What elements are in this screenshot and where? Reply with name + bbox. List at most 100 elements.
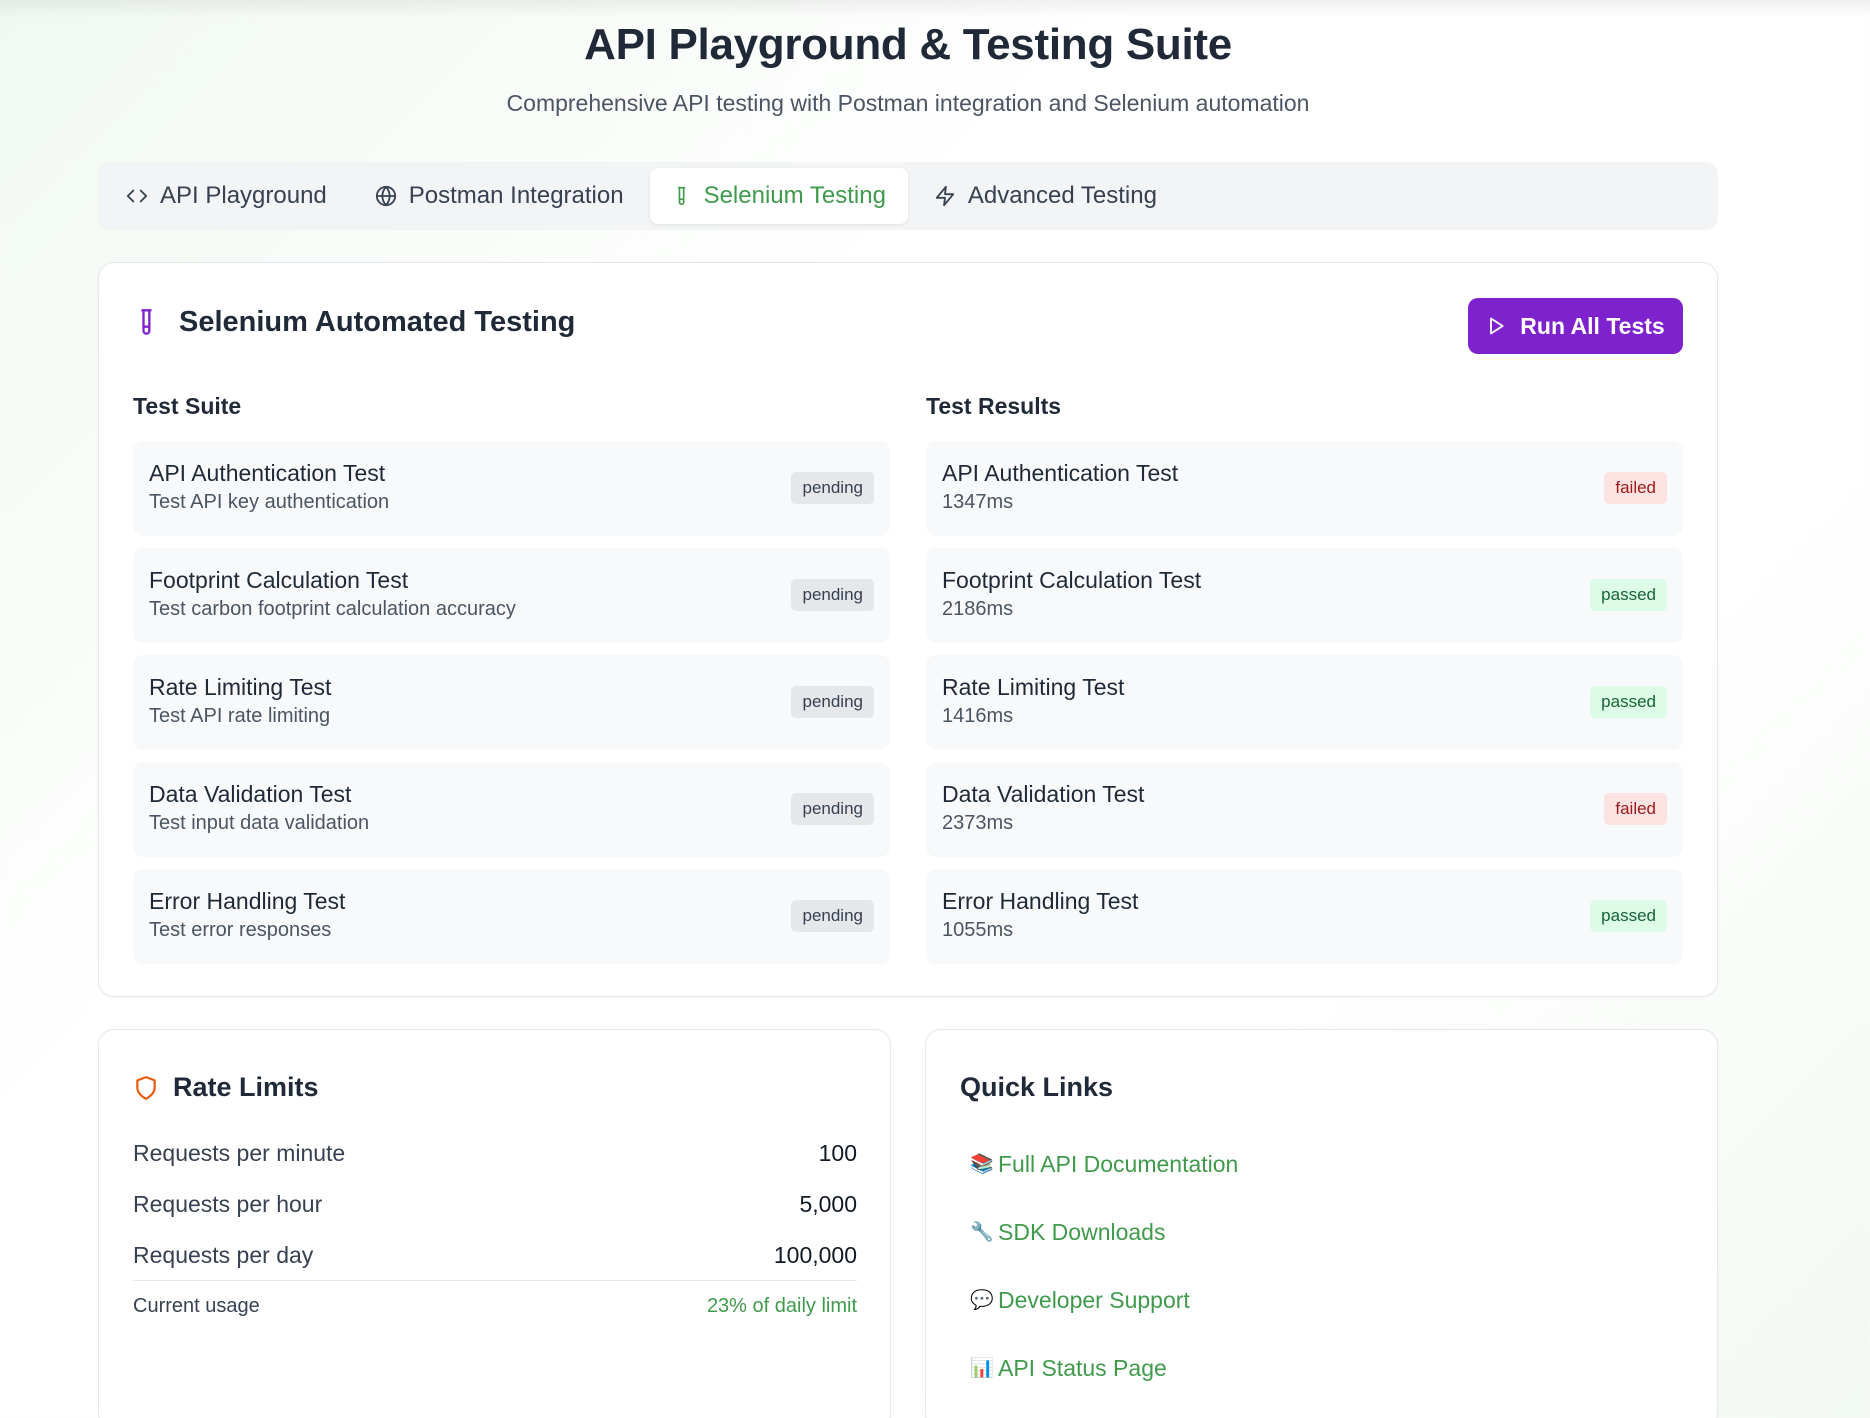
test-description: Test API key authentication	[149, 491, 390, 513]
test-duration: 1055ms	[942, 919, 1014, 941]
tab-bar: API Playground Postman Integration Selen…	[98, 162, 1718, 230]
test-suite-row[interactable]: Footprint Calculation Test Test carbon f…	[133, 548, 890, 643]
card-header: Selenium Automated Testing	[133, 305, 575, 339]
test-description: Test API rate limiting	[149, 705, 331, 727]
test-result-row[interactable]: Data Validation Test 2373ms failed	[926, 762, 1683, 857]
test-result-row[interactable]: Error Handling Test 1055ms passed	[926, 869, 1683, 964]
test-suite-row[interactable]: Data Validation Test Test input data val…	[133, 762, 890, 857]
tab-selenium-testing[interactable]: Selenium Testing	[649, 168, 908, 224]
link-developer-support[interactable]: 💬 Developer Support	[970, 1266, 1238, 1334]
link-api-status-page[interactable]: 📊 API Status Page	[970, 1334, 1238, 1402]
link-api-documentation[interactable]: 📚 Full API Documentation	[970, 1130, 1238, 1198]
play-icon	[1490, 317, 1504, 335]
rate-row: Requests per day 100,000	[133, 1230, 857, 1281]
test-suite-row[interactable]: API Authentication Test Test API key aut…	[133, 441, 890, 536]
speech-bubble-icon: 💬	[970, 1290, 994, 1311]
code-icon	[126, 189, 148, 203]
shield-icon	[136, 1075, 156, 1100]
test-name: Footprint Calculation Test	[942, 567, 1202, 593]
test-description: Test carbon footprint calculation accura…	[149, 598, 516, 620]
tab-advanced-testing[interactable]: Advanced Testing	[912, 168, 1179, 224]
link-label: Full API Documentation	[998, 1150, 1239, 1177]
rate-limits-list: Requests per minute 100 Requests per hou…	[133, 1128, 857, 1281]
link-label: API Status Page	[998, 1354, 1167, 1381]
lightning-icon	[935, 185, 955, 207]
globe-icon	[375, 185, 396, 207]
status-badge: passed	[1590, 686, 1667, 718]
rate-label: Requests per hour	[133, 1191, 323, 1217]
status-badge: pending	[791, 472, 874, 504]
rate-limits-header: Rate Limits	[133, 1072, 319, 1103]
test-suite-column: Test Suite API Authentication Test Test …	[133, 391, 890, 976]
page-title: API Playground & Testing Suite	[584, 20, 1232, 69]
test-name: Error Handling Test	[149, 888, 346, 914]
quick-links-list: 📚 Full API Documentation 🔧 SDK Downloads…	[970, 1130, 1238, 1402]
status-badge: pending	[791, 900, 874, 932]
test-name: API Authentication Test	[942, 460, 1179, 486]
test-suite-row[interactable]: Rate Limiting Test Test API rate limitin…	[133, 655, 890, 750]
status-badge: failed	[1604, 793, 1667, 825]
test-description: Test error responses	[149, 919, 332, 941]
current-usage: Current usage 23% of daily limit	[133, 1280, 857, 1318]
rate-limits-card: Rate Limits Requests per minute 100 Requ…	[98, 1029, 891, 1418]
quick-links-card: Quick Links 📚 Full API Documentation 🔧 S…	[925, 1029, 1718, 1418]
test-name: Data Validation Test	[942, 781, 1145, 807]
top-shadow	[0, 0, 1870, 18]
test-tube-icon	[141, 309, 152, 335]
tab-label: Postman Integration	[408, 182, 624, 209]
test-duration: 1347ms	[942, 491, 1014, 513]
run-all-tests-label: Run All Tests	[1520, 312, 1665, 339]
tab-label: API Playground	[160, 182, 327, 209]
usage-label: Current usage	[133, 1295, 260, 1317]
test-tube-icon	[677, 186, 685, 206]
rate-row: Requests per hour 5,000	[133, 1179, 857, 1230]
status-badge: failed	[1604, 472, 1667, 504]
test-name: Data Validation Test	[149, 781, 352, 807]
test-suite-row[interactable]: Error Handling Test Test error responses…	[133, 869, 890, 964]
rate-value: 5,000	[799, 1191, 857, 1217]
rate-label: Requests per day	[133, 1242, 314, 1268]
card-title: Selenium Automated Testing	[179, 305, 576, 338]
bar-chart-icon: 📊	[970, 1358, 994, 1379]
test-result-row[interactable]: Rate Limiting Test 1416ms passed	[926, 655, 1683, 750]
rate-label: Requests per minute	[133, 1140, 346, 1166]
test-duration: 2373ms	[942, 812, 1014, 834]
run-all-tests-button[interactable]: Run All Tests	[1468, 298, 1683, 354]
test-name: Rate Limiting Test	[942, 674, 1125, 700]
rate-value: 100,000	[773, 1242, 857, 1268]
link-label: Developer Support	[998, 1286, 1190, 1313]
test-duration: 2186ms	[942, 598, 1014, 620]
test-name: Error Handling Test	[942, 888, 1139, 914]
test-name: API Authentication Test	[149, 460, 386, 486]
wrench-icon: 🔧	[970, 1222, 994, 1243]
rate-limits-title: Rate Limits	[173, 1072, 319, 1102]
rate-value: 100	[818, 1140, 857, 1166]
page-subtitle: Comprehensive API testing with Postman i…	[506, 90, 1310, 116]
test-results-column: Test Results API Authentication Test 134…	[926, 391, 1683, 976]
rate-row: Requests per minute 100	[133, 1128, 857, 1179]
status-badge: pending	[791, 686, 874, 718]
test-suite-heading: Test Suite	[133, 393, 242, 419]
usage-value: 23% of daily limit	[706, 1295, 857, 1317]
test-results-heading: Test Results	[926, 393, 1062, 419]
test-name: Rate Limiting Test	[149, 674, 332, 700]
status-badge: pending	[791, 579, 874, 611]
test-duration: 1416ms	[942, 705, 1014, 727]
selenium-testing-card: Selenium Automated Testing Run All Tests…	[98, 262, 1718, 997]
status-badge: passed	[1590, 900, 1667, 932]
books-icon: 📚	[970, 1154, 994, 1175]
test-name: Footprint Calculation Test	[149, 567, 409, 593]
tab-label: Advanced Testing	[967, 182, 1157, 209]
link-label: SDK Downloads	[998, 1218, 1166, 1245]
test-result-row[interactable]: Footprint Calculation Test 2186ms passed	[926, 548, 1683, 643]
link-sdk-downloads[interactable]: 🔧 SDK Downloads	[970, 1198, 1238, 1266]
tab-label: Selenium Testing	[703, 182, 886, 209]
test-result-row[interactable]: API Authentication Test 1347ms failed	[926, 441, 1683, 536]
quick-links-title: Quick Links	[960, 1072, 1114, 1102]
tab-api-playground[interactable]: API Playground	[104, 168, 349, 224]
page-header: API Playground & Testing Suite Comprehen…	[0, 18, 1816, 118]
tab-postman-integration[interactable]: Postman Integration	[353, 168, 646, 224]
test-description: Test input data validation	[149, 812, 370, 834]
status-badge: passed	[1590, 579, 1667, 611]
status-badge: pending	[791, 793, 874, 825]
